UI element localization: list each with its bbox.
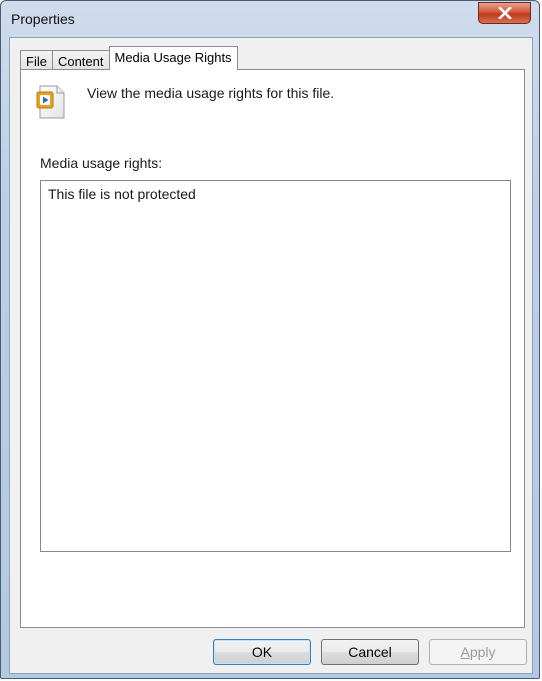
media-usage-rights-label: Media usage rights: xyxy=(40,155,163,171)
dialog-body: File Content Media Usage Rights View the… xyxy=(9,37,533,674)
apply-label-rest: pply xyxy=(469,644,496,660)
close-icon xyxy=(497,7,512,19)
tab-media-usage-rights[interactable]: Media Usage Rights xyxy=(108,46,238,70)
close-button[interactable] xyxy=(478,2,531,24)
window-title: Properties xyxy=(11,11,75,27)
tab-content[interactable]: Content xyxy=(51,50,110,70)
rights-status-text: This file is not protected xyxy=(48,186,196,202)
apply-button[interactable]: Apply xyxy=(429,639,527,665)
intro-text: View the media usage rights for this fil… xyxy=(87,85,335,101)
media-file-icon xyxy=(36,85,68,120)
apply-accelerator: A xyxy=(460,644,470,660)
media-usage-rights-panel: View the media usage rights for this fil… xyxy=(20,69,525,628)
properties-window: Properties File Content Media Usage Righ… xyxy=(0,0,540,679)
media-usage-rights-box[interactable]: This file is not protected xyxy=(40,180,511,552)
title-bar[interactable]: Properties xyxy=(1,1,539,37)
tab-file[interactable]: File xyxy=(20,50,53,70)
ok-button[interactable]: OK xyxy=(213,639,311,665)
cancel-button[interactable]: Cancel xyxy=(321,639,419,665)
tab-strip: File Content Media Usage Rights xyxy=(20,46,238,70)
